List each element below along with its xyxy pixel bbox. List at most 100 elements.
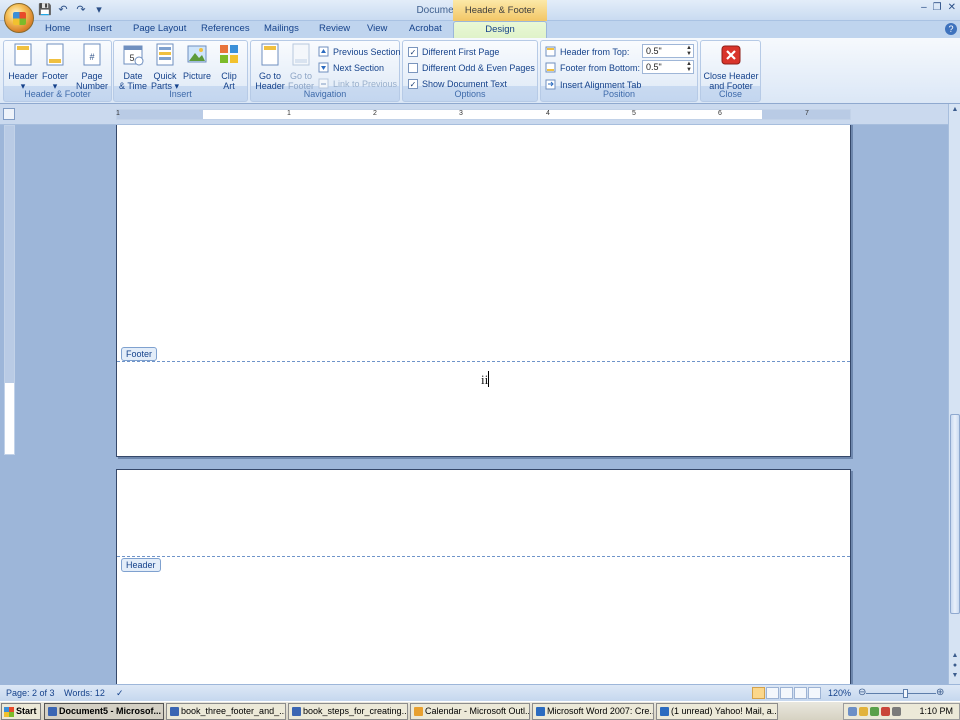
tab-view[interactable]: View — [367, 23, 387, 34]
notification-icon[interactable] — [881, 707, 890, 716]
outline-view-icon[interactable] — [794, 687, 807, 699]
go-to-header-button[interactable]: Go to Header — [254, 43, 286, 91]
security-icon[interactable] — [870, 707, 879, 716]
office-logo-icon — [13, 12, 26, 25]
windows-flag-icon — [4, 707, 14, 717]
device-icon[interactable] — [892, 707, 901, 716]
office-button[interactable] — [4, 3, 34, 33]
header-label: Header — [8, 71, 38, 81]
taskbar-item[interactable]: book_three_footer_and_... — [166, 703, 286, 720]
volume-icon[interactable] — [859, 707, 868, 716]
tab-page-layout[interactable]: Page Layout — [133, 23, 186, 34]
clock[interactable]: 1:10 PM — [919, 704, 953, 719]
restore-icon[interactable]: ❐ — [933, 2, 942, 13]
clip-art-button[interactable]: Clip Art — [214, 43, 244, 91]
full-screen-reading-view-icon[interactable] — [766, 687, 779, 699]
page-number-button[interactable]: # Page Number — [73, 43, 111, 91]
taskbar-item[interactable]: (1 unread) Yahoo! Mail, a... — [656, 703, 778, 720]
tab-selector-icon[interactable] — [3, 108, 15, 120]
taskbar-item[interactable]: Microsoft Word 2007: Cre... — [532, 703, 654, 720]
minimize-icon[interactable]: – — [921, 2, 927, 13]
word-count[interactable]: Words: 12 — [64, 688, 105, 698]
previous-section-button[interactable]: Previous Section — [318, 44, 401, 59]
picture-label: Picture — [182, 71, 211, 81]
zoom-level[interactable]: 120% — [828, 688, 851, 698]
picture-button[interactable]: Picture — [182, 43, 212, 81]
taskbar-item-label: Microsoft Word 2007: Cre... — [547, 706, 654, 716]
zoom-knob[interactable] — [903, 689, 908, 698]
page-3[interactable]: Header — [116, 469, 851, 684]
web-layout-view-icon[interactable] — [780, 687, 793, 699]
footer-boundary — [117, 361, 850, 362]
tab-mailings[interactable]: Mailings — [264, 23, 299, 34]
quick-parts-button[interactable]: Quick Parts ▾ — [150, 43, 180, 91]
different-odd-even-option[interactable]: Different Odd & Even Pages — [408, 60, 535, 75]
close-header-footer-button[interactable]: Close Header and Footer — [703, 43, 759, 91]
next-page-icon[interactable]: ▼ — [950, 672, 960, 682]
taskbar-item[interactable]: Document5 - Microsof... — [44, 703, 164, 720]
footer-from-bottom-input[interactable]: 0.5" ▲ ▼ — [642, 60, 694, 74]
different-odd-even-label: Different Odd & Even Pages — [422, 62, 535, 73]
tab-references[interactable]: References — [201, 23, 250, 34]
network-icon[interactable] — [848, 707, 857, 716]
date-time-button[interactable]: 5 Date & Time — [118, 43, 148, 91]
system-tray: 1:10 PM — [843, 703, 960, 720]
word-icon — [170, 707, 179, 716]
footer-label: Footer — [41, 71, 68, 81]
tab-design[interactable]: Design — [453, 21, 547, 39]
page-indicator[interactable]: Page: 2 of 3 — [6, 688, 55, 698]
start-button[interactable]: Start — [1, 703, 41, 720]
show-document-text-label: Show Document Text — [422, 78, 507, 89]
zoom-in-icon[interactable]: ⊕ — [936, 687, 944, 698]
go-to-header-icon — [261, 43, 279, 66]
taskbar-item-label: book_steps_for_creating... — [303, 706, 408, 716]
go-to-footer-label-1: Go to — [289, 71, 312, 81]
taskbar: Start Document5 - Microsof... book_three… — [0, 701, 960, 720]
horizontal-ruler[interactable]: 1 1 2 3 4 5 6 7 — [116, 109, 851, 120]
scroll-up-icon[interactable]: ▲ — [950, 106, 960, 116]
next-section-button[interactable]: Next Section — [318, 60, 384, 75]
help-icon[interactable]: ? — [945, 23, 957, 35]
browse-object-icon[interactable]: ● — [950, 662, 960, 672]
footer-button[interactable]: Footer ▾ — [39, 43, 71, 91]
page-2[interactable]: Footer ii — [116, 125, 851, 457]
taskbar-item[interactable]: Calendar - Microsoft Outl... — [410, 703, 530, 720]
footer-position-icon — [545, 62, 556, 73]
scrollbar-thumb[interactable] — [950, 414, 960, 614]
tab-home[interactable]: Home — [45, 23, 70, 34]
draft-view-icon[interactable] — [808, 687, 821, 699]
browser-icon — [536, 707, 545, 716]
header-spin-arrows-icon[interactable]: ▲ ▼ — [686, 45, 692, 57]
close-icon[interactable]: ✕ — [948, 2, 956, 13]
ruler-label: 6 — [718, 110, 722, 117]
picture-icon — [187, 45, 207, 63]
zoom-slider[interactable]: ⊖ ⊕ — [858, 687, 944, 698]
different-first-page-checkbox[interactable]: ✓ — [408, 46, 418, 57]
taskbar-item-label: book_three_footer_and_... — [181, 706, 286, 716]
tab-acrobat[interactable]: Acrobat — [409, 23, 442, 34]
different-odd-even-checkbox[interactable] — [408, 62, 418, 73]
go-to-footer-icon — [292, 43, 310, 66]
vertical-scrollbar[interactable]: ▲ ▲ ● ▼ — [948, 104, 960, 684]
tab-review[interactable]: Review — [319, 23, 350, 34]
tab-insert[interactable]: Insert — [88, 23, 112, 34]
vertical-ruler[interactable] — [4, 125, 15, 455]
next-section-label: Next Section — [333, 62, 385, 73]
group-header-footer: Header ▾ Footer ▾ # Page Number Header &… — [3, 40, 112, 102]
header-tag: Header — [121, 558, 161, 572]
go-to-footer-button[interactable]: Go to Footer — [285, 43, 317, 91]
page-number-icon: # — [83, 43, 101, 66]
header-button[interactable]: Header ▾ — [7, 43, 39, 91]
show-document-text-checkbox[interactable]: ✓ — [408, 78, 418, 89]
proofing-icon[interactable]: ✓ — [116, 688, 124, 699]
header-from-top-input[interactable]: 0.5" ▲ ▼ — [642, 44, 694, 58]
different-first-page-option[interactable]: ✓ Different First Page — [408, 44, 499, 59]
taskbar-item-label: (1 unread) Yahoo! Mail, a... — [671, 706, 778, 716]
group-label-navigation: Navigation — [303, 89, 347, 99]
group-position: Header from Top: 0.5" ▲ ▼ Footer from Bot… — [540, 40, 698, 102]
taskbar-item[interactable]: book_steps_for_creating... — [288, 703, 408, 720]
group-label-insert: Insert — [169, 89, 192, 99]
previous-page-icon[interactable]: ▲ — [950, 652, 960, 662]
footer-spin-arrows-icon[interactable]: ▲ ▼ — [686, 61, 692, 73]
print-layout-view-icon[interactable] — [752, 687, 765, 699]
